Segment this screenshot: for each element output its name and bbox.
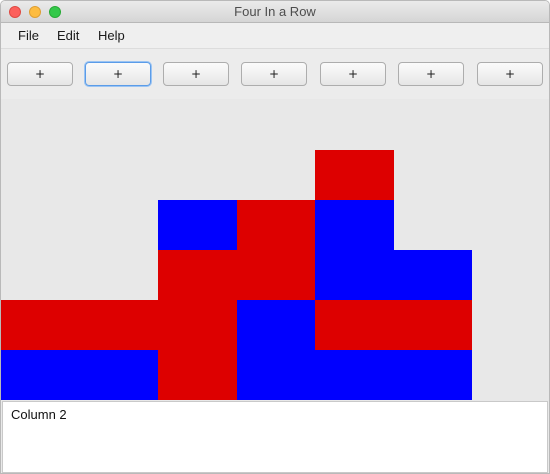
blue-disc-r4-c5 [315,250,394,300]
red-disc-r5-c1 [1,300,80,350]
red-disc-r4-c3 [158,250,237,300]
red-disc-r5-c6 [394,300,472,350]
status-area: Column 2 [2,401,548,473]
app-window: Four In a Row File Edit Help + + + + + + + Col… [0,0,550,474]
red-disc-r6-c3 [158,350,237,400]
menu-bar: File Edit Help [1,23,549,49]
drop-column-3-button[interactable]: + [163,62,229,86]
title-bar: Four In a Row [1,1,549,23]
blue-disc-r6-c5 [315,350,394,400]
drop-column-6-button[interactable]: + [398,62,464,86]
column-button-toolbar: + + + + + + + [1,49,549,99]
blue-disc-r4-c6 [394,250,472,300]
game-board [1,99,549,401]
blue-disc-r6-c6 [394,350,472,400]
red-disc-r5-c2 [80,300,158,350]
blue-disc-r3-c5 [315,200,394,250]
red-disc-r4-c4 [237,250,315,300]
drop-column-1-button[interactable]: + [7,62,73,86]
red-disc-r3-c4 [237,200,315,250]
drop-column-2-button[interactable]: + [85,62,151,86]
blue-disc-r6-c2 [80,350,158,400]
drop-column-5-button[interactable]: + [320,62,386,86]
blue-disc-r5-c4 [237,300,315,350]
red-disc-r5-c3 [158,300,237,350]
menu-help[interactable]: Help [98,23,125,49]
window-title: Four In a Row [234,4,316,19]
red-disc-r5-c5 [315,300,394,350]
drop-column-7-button[interactable]: + [477,62,543,86]
menu-file[interactable]: File [18,23,39,49]
blue-disc-r6-c1 [1,350,80,400]
red-disc-r2-c5 [315,150,394,200]
blue-disc-r6-c4 [237,350,315,400]
blue-disc-r3-c3 [158,200,237,250]
status-text: Column 2 [11,407,67,422]
drop-column-4-button[interactable]: + [241,62,307,86]
menu-edit[interactable]: Edit [57,23,79,49]
